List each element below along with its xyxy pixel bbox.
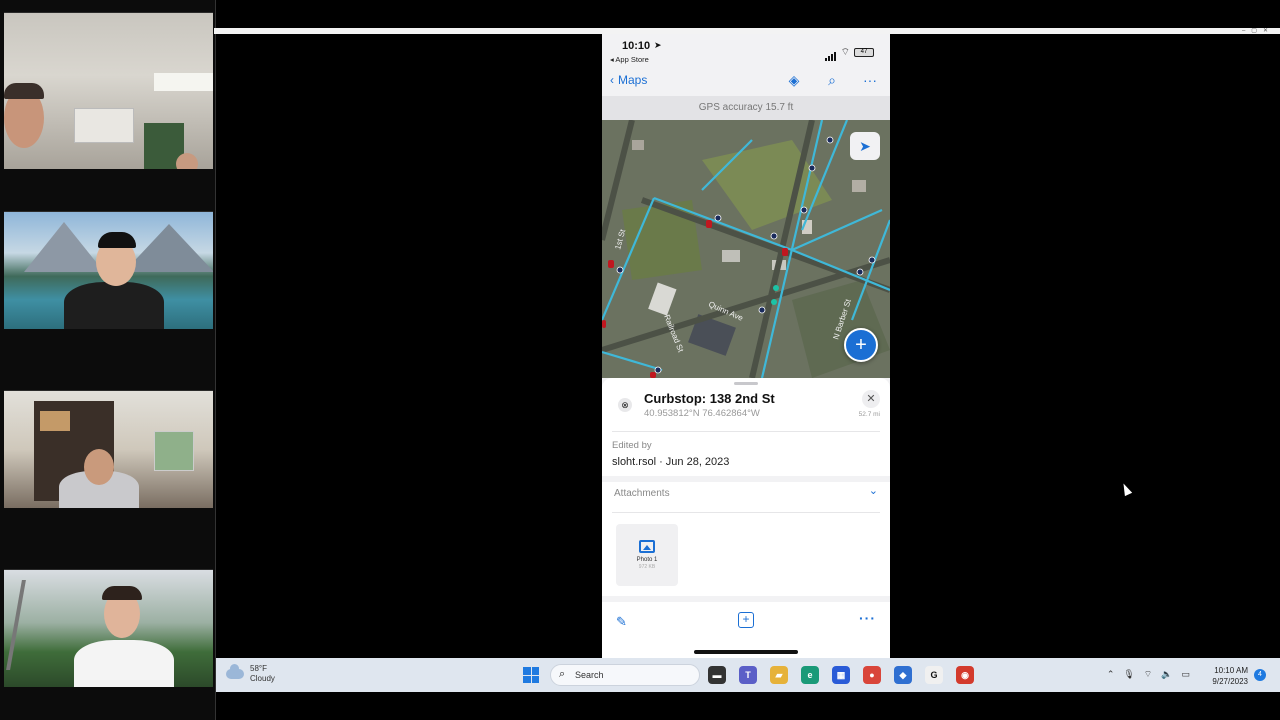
terminal-app[interactable]: ▬ <box>708 666 726 684</box>
mouse-cursor <box>1119 481 1133 497</box>
image-icon <box>639 540 655 553</box>
meeting-app[interactable]: ◉ <box>956 666 974 684</box>
back-button[interactable]: ‹ Maps <box>610 73 647 87</box>
phone-screen: 10:10 ➤ ◂ App Store ⌔ 47 ‹ Maps ◈ ⌕ ··· … <box>602 34 890 658</box>
duplicate-button[interactable]: + <box>738 612 754 628</box>
more-options-button[interactable]: ··· <box>859 610 876 626</box>
g-app[interactable]: G <box>925 666 943 684</box>
participant-tile-4[interactable] <box>4 569 213 687</box>
screen: –▢✕ 10:10 ➤ ◂ App Store ⌔ 47 ‹ Maps ◈ ⌕ … <box>0 0 1280 720</box>
section-gap <box>602 476 890 482</box>
wifi-icon: ⌔ <box>840 46 850 58</box>
security-app[interactable]: ◆ <box>894 666 912 684</box>
more-icon: ··· <box>859 610 876 626</box>
gps-accuracy-banner: GPS accuracy 15.7 ft <box>602 96 890 120</box>
notification-badge[interactable]: 4 <box>1254 669 1266 681</box>
attachment-size: 972 KB <box>638 564 656 570</box>
participant-tile-3[interactable] <box>4 390 213 508</box>
clock-date: 9/27/2023 <box>1212 677 1248 686</box>
battery-icon: 47 <box>854 47 874 57</box>
chevron-down-icon[interactable]: ⌄ <box>869 484 878 497</box>
add-feature-button[interactable]: + <box>844 328 878 362</box>
chevron-up-icon[interactable]: ⌃ <box>1107 669 1115 680</box>
start-button[interactable] <box>523 667 539 683</box>
search-label: Search <box>575 670 604 680</box>
layers-icon[interactable]: ◈ <box>786 72 802 88</box>
edited-by-value: sloht.rsol · Jun 28, 2023 <box>612 456 730 468</box>
file-explorer-app[interactable]: ▰ <box>770 666 788 684</box>
weather-desc: Cloudy <box>250 674 275 683</box>
feature-distance: 52.7 mi <box>858 411 880 418</box>
edit-button[interactable]: ✎ <box>616 614 627 630</box>
back-label: Maps <box>618 73 648 87</box>
search-icon: ⌕ <box>559 668 566 680</box>
participant-tile-1[interactable] <box>4 12 213 169</box>
map-view[interactable]: Quinn Ave Railroad St N Barber St 1st St… <box>602 120 890 378</box>
sheet-grabber[interactable] <box>734 382 758 385</box>
back-to-app-store[interactable]: ◂ App Store <box>610 55 649 64</box>
toolbar-divider <box>602 596 890 602</box>
edited-by-label: Edited by <box>612 440 652 451</box>
feature-coordinates: 40.953812°N 76.462864°W <box>644 408 760 419</box>
chevron-left-icon: ‹ <box>610 73 614 87</box>
divider <box>612 431 880 432</box>
cloud-icon <box>226 664 244 679</box>
locate-me-button[interactable]: ➤ <box>850 132 880 160</box>
participant-tile-2[interactable] <box>4 211 213 329</box>
close-icon: ✕ <box>866 393 876 405</box>
taskbar-search[interactable]: ⌕ Search <box>550 664 700 686</box>
system-tray: ⌃ 🎙 ⌔ 🔈 ▭ <box>1107 669 1190 680</box>
duplicate-icon: + <box>742 612 750 626</box>
location-arrow-icon: ➤ <box>859 138 871 154</box>
volume-icon[interactable]: 🔈 <box>1161 669 1172 680</box>
feature-detail-sheet: ⊗ Curbstop: 138 2nd St 40.953812°N 76.46… <box>602 378 890 658</box>
divider <box>612 512 880 513</box>
more-icon[interactable]: ··· <box>862 72 878 88</box>
location-arrow-icon: ➤ <box>654 40 662 50</box>
clock-time: 10:10 AM <box>1214 666 1248 675</box>
search-icon[interactable]: ⌕ <box>824 72 840 88</box>
attachments-header[interactable]: Attachments <box>614 488 670 499</box>
nav-bar: ‹ Maps ◈ ⌕ ··· <box>602 70 890 96</box>
teams-app[interactable]: T <box>739 666 757 684</box>
feature-title: Curbstop: 138 2nd St <box>644 391 775 406</box>
edge-app[interactable]: e <box>801 666 819 684</box>
ios-status-bar: 10:10 ➤ ◂ App Store ⌔ 47 <box>602 34 890 70</box>
signal-icon <box>824 43 837 61</box>
windows-taskbar: 58°F Cloudy ⌕ Search ▬ T ▰ e ▦ ● ◆ G ◉ ⌃ 🎙 ⌔ 🔈 ▭… <box>216 658 1280 692</box>
store-app[interactable]: ▦ <box>832 666 850 684</box>
attachment-thumbnail[interactable]: Photo 1 972 KB <box>616 524 678 586</box>
microphone-icon[interactable]: 🎙 <box>1123 669 1134 680</box>
weather-widget[interactable]: 58°F Cloudy <box>226 664 275 684</box>
wifi-icon[interactable]: ⌔ <box>1144 669 1152 680</box>
chrome-app[interactable]: ● <box>863 666 881 684</box>
plus-icon: + <box>855 334 867 356</box>
home-indicator <box>694 650 798 654</box>
window-controls[interactable]: –▢✕ <box>1242 27 1274 34</box>
battery-icon[interactable]: ▭ <box>1181 669 1190 680</box>
weather-temp: 58°F <box>250 664 267 673</box>
participant-panel <box>0 0 216 720</box>
pencil-icon: ✎ <box>616 614 627 629</box>
taskbar-clock[interactable]: 10:10 AM 9/27/2023 <box>1212 665 1248 687</box>
close-button[interactable]: ✕ <box>862 390 880 408</box>
attachment-name: Photo 1 <box>636 557 658 563</box>
curbstop-icon: ⊗ <box>618 398 632 412</box>
status-time: 10:10 <box>622 40 651 52</box>
